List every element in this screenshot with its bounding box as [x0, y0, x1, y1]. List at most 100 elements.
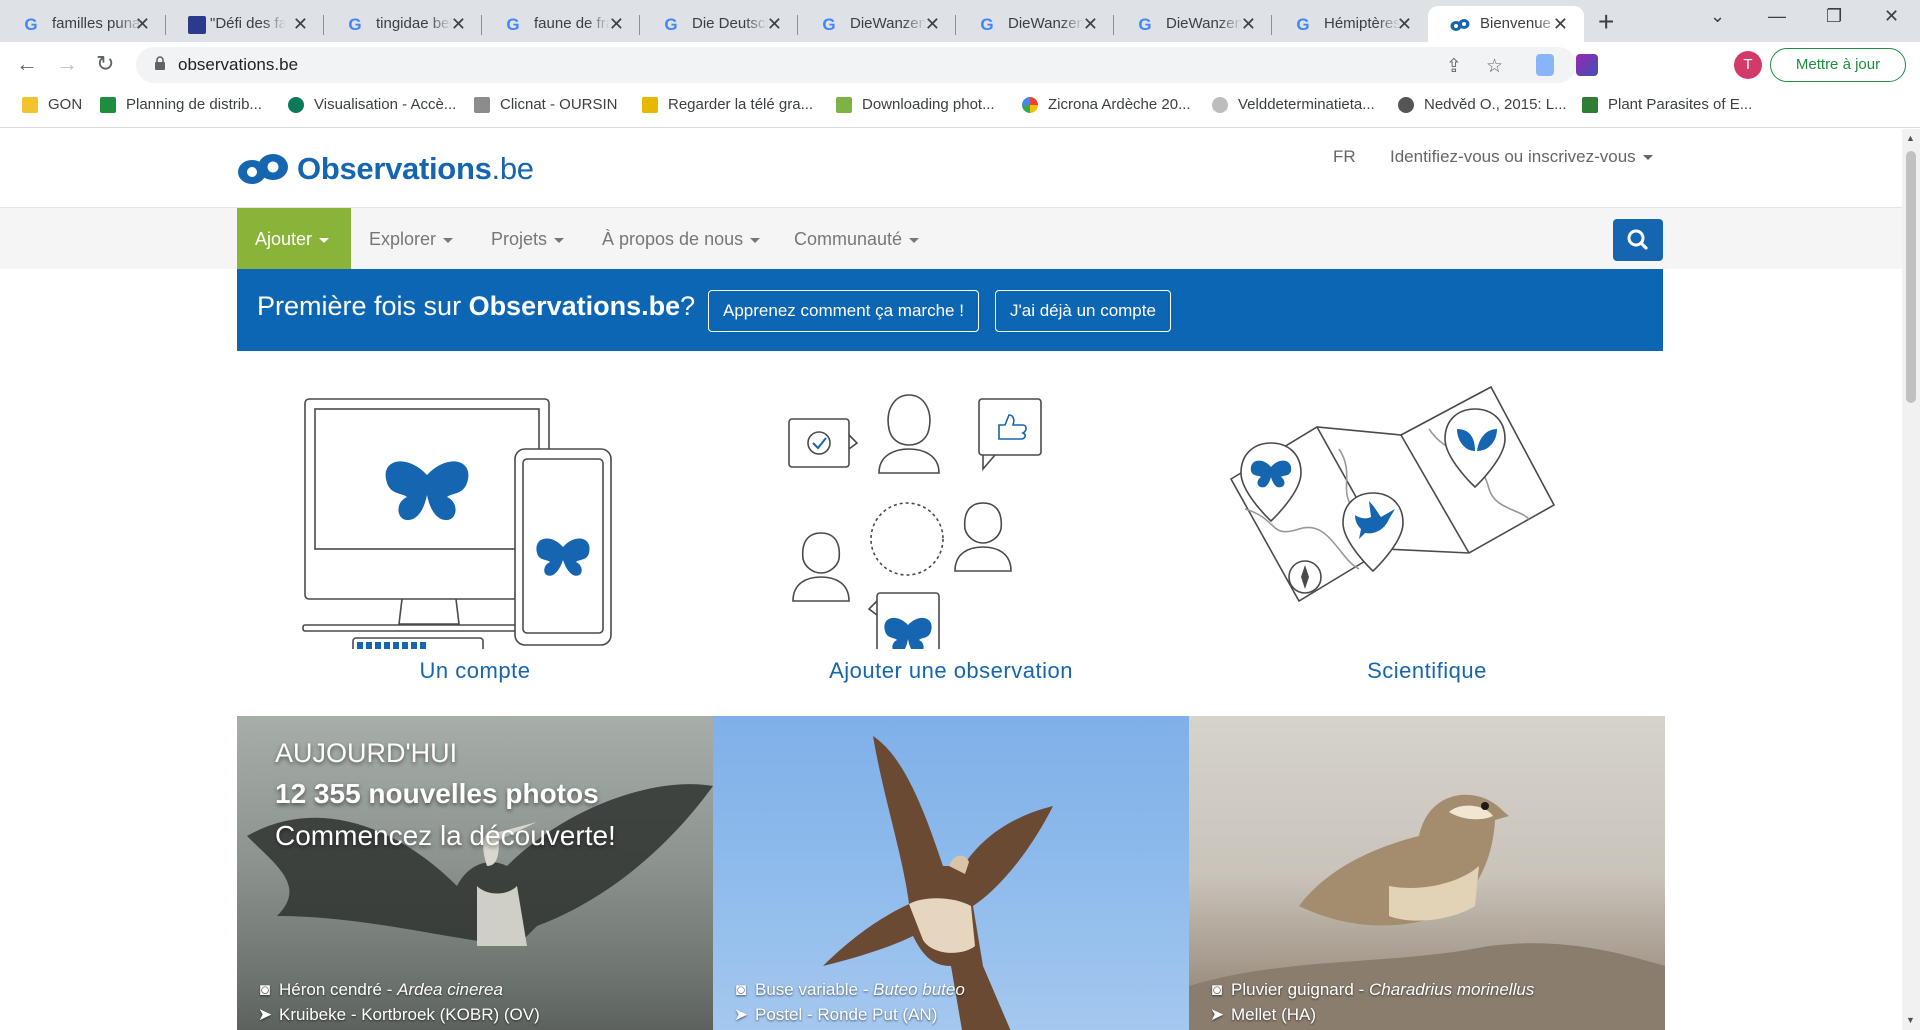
extension-icon[interactable]	[1576, 54, 1598, 76]
scroll-up-icon[interactable]: ▲	[1906, 133, 1915, 143]
photos-icon	[1022, 96, 1038, 113]
nav-communaute[interactable]: Communauté	[794, 208, 920, 270]
bookmark-downloading[interactable]: Downloading phot...	[836, 96, 995, 113]
browser-tab[interactable]: G Hémiptères ✕	[1272, 6, 1428, 42]
close-tab-icon[interactable]: ✕	[767, 14, 782, 35]
bookmark-nedved[interactable]: Nedvěd O., 2015: L...	[1398, 96, 1567, 113]
forward-icon[interactable]: →	[56, 51, 78, 77]
search-button[interactable]	[1613, 219, 1663, 261]
close-tab-icon[interactable]: ✕	[135, 14, 150, 35]
browser-tab[interactable]: G Die Deutschen ✕	[640, 6, 798, 42]
google-icon: G	[1296, 15, 1310, 34]
devices-illustration	[302, 398, 612, 655]
close-tab-icon[interactable]: ✕	[1553, 14, 1568, 35]
close-tab-icon[interactable]: ✕	[609, 14, 624, 35]
feature-label[interactable]: Ajouter une observation	[713, 658, 1189, 684]
photo-caption: ◙ Buse variable - Buteo buteo	[733, 980, 965, 1000]
nav-ajouter[interactable]: Ajouter	[237, 208, 351, 270]
browser-tab[interactable]: G familles punaises ✕	[0, 6, 166, 42]
tab-search-icon[interactable]: ⌄	[1710, 6, 1725, 27]
photo-location[interactable]: ➤ Mellet (HA)	[1209, 1005, 1316, 1025]
bookmark-planning[interactable]: Planning de distrib...	[100, 96, 262, 113]
google-icon: G	[348, 15, 362, 34]
have-account-button[interactable]: J'ai déjà un compte	[995, 290, 1171, 332]
nav-projets[interactable]: Projets	[491, 208, 565, 270]
scrollbar-thumb[interactable]	[1906, 151, 1916, 403]
google-icon: G	[506, 15, 520, 34]
bookmark-plant-parasites[interactable]: Plant Parasites of E...	[1582, 96, 1752, 113]
chevron-down-icon	[1642, 155, 1653, 161]
browser-tab[interactable]: G DieWanzen ✕	[956, 6, 1114, 42]
bookmark-velddeterminatie[interactable]: Velddeterminatieta...	[1212, 96, 1375, 113]
browser-tab[interactable]: G faune de france ✕	[482, 6, 640, 42]
chevron-down-icon	[443, 237, 454, 243]
butterfly-icon	[884, 617, 932, 654]
hero-line-3[interactable]: Commencez la découverte!	[275, 820, 616, 852]
google-icon: G	[24, 15, 38, 34]
camera-icon: ◙	[259, 980, 271, 999]
nav-explorer[interactable]: Explorer	[369, 208, 454, 270]
back-icon[interactable]: ←	[16, 51, 38, 77]
feature-label[interactable]: Scientifique	[1189, 658, 1665, 684]
plant-icon	[1582, 96, 1598, 113]
close-tab-icon[interactable]: ✕	[1083, 14, 1098, 35]
photo-card[interactable]: ◙ Pluvier guignard - Charadrius morinellu…	[1189, 716, 1665, 1030]
bookmark-star-icon[interactable]: ☆	[1486, 55, 1503, 78]
how-it-works-button[interactable]: Apprenez comment ça marche !	[708, 290, 979, 332]
google-icon: G	[822, 15, 836, 34]
url-text[interactable]: observations.be	[178, 55, 298, 75]
docs-extension-icon[interactable]	[1536, 54, 1554, 76]
tab-title: "Défi des familles	[210, 15, 286, 32]
photo-location[interactable]: ➤ Kruibeke - Kortbroek (KOBR) (OV)	[257, 1005, 540, 1025]
close-tab-icon[interactable]: ✕	[1397, 14, 1412, 35]
address-bar[interactable]: observations.be ⇪ ☆	[136, 47, 1576, 83]
browser-tab[interactable]: G tingidae belgique ✕	[324, 6, 482, 42]
browser-tab-active[interactable]: Bienvenue ✕	[1428, 6, 1584, 42]
observations-logo-icon	[238, 154, 288, 184]
banner-text: Première fois sur Observations.be?	[257, 291, 696, 321]
browser-tab[interactable]: G DieWanzen ✕	[798, 6, 956, 42]
nav-a-propos[interactable]: À propos de nous	[602, 208, 761, 270]
observations-icon	[1450, 19, 1470, 31]
chevron-down-icon	[554, 237, 565, 243]
login-link[interactable]: Identifiez-vous ou inscrivez-vous	[1390, 147, 1653, 167]
share-icon[interactable]: ⇪	[1446, 55, 1462, 78]
location-arrow-icon: ➤	[733, 1005, 749, 1024]
update-button[interactable]: Mettre à jour	[1770, 48, 1906, 82]
reload-icon[interactable]: ↻	[96, 51, 114, 77]
minimize-icon[interactable]: —	[1768, 6, 1786, 27]
lock-icon	[155, 56, 165, 70]
language-switch[interactable]: FR	[1333, 147, 1356, 167]
tab-title: tingidae belgique	[376, 15, 452, 32]
restore-icon[interactable]: ❐	[1826, 6, 1842, 27]
page-scrollbar[interactable]: ▲ ▼	[1902, 129, 1920, 1030]
folder-icon	[22, 96, 38, 113]
feature-account[interactable]: Un compte	[237, 369, 713, 695]
close-window-icon[interactable]: ✕	[1884, 6, 1899, 27]
bookmark-clicnat[interactable]: Clicnat - OURSIN	[474, 96, 618, 113]
new-tab-icon[interactable]: +	[1598, 6, 1614, 38]
browser-tab[interactable]: "Défi des familles ✕	[166, 6, 324, 42]
close-tab-icon[interactable]: ✕	[925, 14, 940, 35]
scroll-down-icon[interactable]: ▼	[1906, 1015, 1915, 1025]
welcome-banner: Première fois sur Observations.be? Appre…	[237, 269, 1663, 351]
map-illustration	[1229, 385, 1556, 603]
site-logo[interactable]: Observations.be	[237, 151, 534, 187]
bookmark-tele[interactable]: Regarder la télé gra...	[642, 96, 813, 113]
feature-label[interactable]: Un compte	[237, 658, 713, 684]
photo-card[interactable]: AUJOURD'HUI 12 355 nouvelles photos Comm…	[237, 716, 713, 1030]
profile-avatar[interactable]: T	[1734, 51, 1762, 79]
location-arrow-icon: ➤	[257, 1005, 273, 1024]
browser-tab[interactable]: G DieWanzen ✕	[1114, 6, 1272, 42]
close-tab-icon[interactable]: ✕	[1241, 14, 1256, 35]
photo-card[interactable]: ◙ Buse variable - Buteo buteo ➤ Postel - R…	[713, 716, 1189, 1030]
close-tab-icon[interactable]: ✕	[293, 14, 308, 35]
bookmark-gon[interactable]: GON	[22, 96, 82, 113]
feature-add-observation[interactable]: Ajouter une observation	[713, 369, 1189, 695]
close-tab-icon[interactable]: ✕	[451, 14, 466, 35]
feature-scientific[interactable]: Scientifique	[1189, 369, 1665, 695]
bookmark-zicrona[interactable]: Zicrona Ardèche 20...	[1022, 96, 1191, 113]
bookmark-visualisation[interactable]: Visualisation - Accè...	[288, 96, 456, 113]
browser-toolbar: ← → ↻ observations.be ⇪ ☆ ◙ ✱ ▣ T Mettre…	[0, 42, 1920, 112]
photo-location[interactable]: ➤ Postel - Ronde Put (AN)	[733, 1005, 937, 1025]
